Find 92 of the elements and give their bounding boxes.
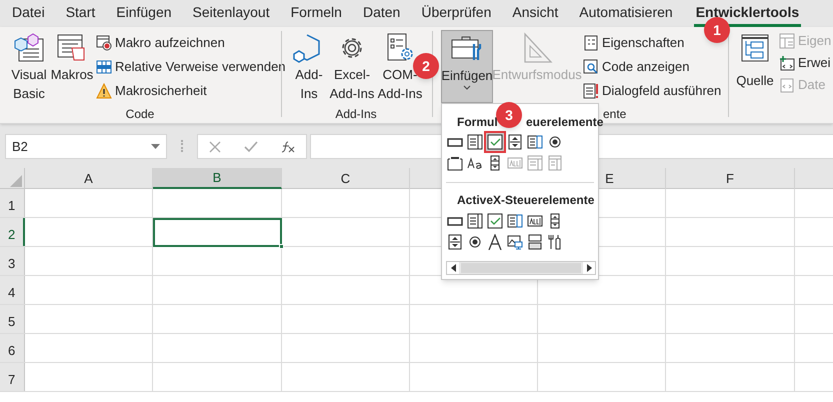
name-box[interactable]: B2 <box>5 134 167 159</box>
ribbon-tab[interactable]: Automatisieren <box>579 1 673 27</box>
ribbon-tab[interactable]: Formeln <box>290 1 342 27</box>
list-box-icon <box>527 134 543 150</box>
control-tool-button[interactable] <box>466 133 484 151</box>
insert-button[interactable]: Einfügen <box>441 30 493 103</box>
toggle-button-icon <box>527 234 543 250</box>
row-header[interactable]: 6 <box>0 334 25 362</box>
row-header[interactable]: 2 <box>0 218 25 246</box>
warning-icon <box>96 82 112 99</box>
spin-button-icon <box>507 134 523 150</box>
combo-box-icon <box>467 213 483 229</box>
control-tool-button[interactable] <box>506 233 524 251</box>
control-tool-button[interactable] <box>466 212 484 230</box>
control-tool-button[interactable] <box>446 233 464 251</box>
group-label: Add-Ins <box>334 106 378 123</box>
table-icon <box>779 32 795 49</box>
function-icon[interactable] <box>280 140 295 152</box>
row-header[interactable]: 3 <box>0 247 25 275</box>
ribbon-button[interactable]: Dialogfeld ausführen <box>583 81 722 100</box>
xml-plus-icon <box>779 54 795 71</box>
group-label: ente <box>603 106 626 123</box>
group-label: Code <box>124 106 156 123</box>
scroll-left-icon[interactable] <box>447 262 459 274</box>
control-tool-button[interactable] <box>506 133 524 151</box>
dropdown-caret-icon <box>463 85 471 91</box>
section-heading: ActiveX-Steuerelemente <box>457 192 594 209</box>
control-tool-button[interactable] <box>526 133 544 151</box>
label-control-icon <box>467 155 483 171</box>
selected-cell[interactable] <box>153 218 282 247</box>
control-tool-button[interactable] <box>506 212 524 230</box>
row-header[interactable]: 7 <box>0 363 25 391</box>
control-tool-button[interactable] <box>526 233 544 251</box>
ribbon-tab[interactable]: Daten <box>362 1 400 27</box>
section-heading: Formul <box>457 114 498 131</box>
ribbon-tab[interactable]: Start <box>66 1 96 27</box>
dialog-run-icon <box>583 82 599 99</box>
source-button[interactable]: Quelle <box>736 31 774 90</box>
column-header[interactable]: C <box>282 168 410 189</box>
ribbon-tab[interactable]: Einfügen <box>116 1 172 27</box>
section-heading: euerelemente <box>526 114 604 131</box>
scroll-right-icon[interactable] <box>583 262 595 274</box>
ribbon-button[interactable]: Visual Basic <box>8 31 50 103</box>
radio-control-icon <box>547 134 563 150</box>
ribbon-button[interactable]: Excel- Add-Ins <box>329 31 375 103</box>
control-tool-button[interactable] <box>446 154 464 172</box>
combo-drop-icon <box>547 155 563 171</box>
large-letter-icon <box>487 234 503 250</box>
ribbon-button[interactable]: Makro aufzeichnen <box>96 33 225 52</box>
dropdown-arrow-icon <box>151 144 160 149</box>
list-box-icon <box>507 213 523 229</box>
fill-handle[interactable] <box>279 244 284 249</box>
row-header[interactable]: 4 <box>0 276 25 304</box>
xml-document-icon <box>779 76 795 93</box>
properties-icon <box>583 34 599 51</box>
ribbon-tab[interactable]: Überprüfen <box>421 1 492 27</box>
row-header[interactable]: 5 <box>0 305 25 333</box>
ribbon-button[interactable]: Code anzeigen <box>583 57 690 76</box>
control-tool-button[interactable] <box>486 133 504 151</box>
ribbon-button[interactable]: Makros <box>50 31 94 84</box>
combo-box-icon <box>467 134 483 150</box>
ribbon-tab[interactable]: Seitenlayout <box>192 1 270 27</box>
ribbon-tab[interactable]: Ansicht <box>512 1 558 27</box>
group-box-icon <box>447 155 463 171</box>
horizontal-scrollbar[interactable] <box>446 261 596 275</box>
step-number-badge: 1 <box>704 17 730 43</box>
ribbon-button[interactable]: Relative Verweise verwenden <box>96 57 286 76</box>
scroll-thumb[interactable] <box>461 263 581 273</box>
control-tool-button[interactable] <box>486 212 504 230</box>
image-control-icon <box>507 234 523 250</box>
radio-control-icon <box>467 234 483 250</box>
checkbox-control-icon <box>487 134 503 150</box>
text-field-icon <box>527 213 543 229</box>
grid-icon <box>96 58 112 75</box>
column-header[interactable]: B <box>153 168 282 189</box>
ribbon-button[interactable]: Erwei <box>779 53 831 72</box>
spin-button-icon <box>447 234 463 250</box>
column-header[interactable]: F <box>666 168 795 189</box>
ribbon-button[interactable]: Add- Ins <box>292 31 326 103</box>
checkbox-control-icon <box>487 213 503 229</box>
combo-list-icon <box>527 155 543 171</box>
row-header[interactable]: 1 <box>0 189 25 217</box>
checkmark-icon[interactable] <box>244 140 258 152</box>
magnifier-document-icon <box>583 58 599 75</box>
ribbon-button[interactable]: Eigenschaften <box>583 33 684 52</box>
cube-document-icon <box>13 33 45 63</box>
text-field-icon <box>507 155 523 171</box>
ribbon-tab[interactable]: Datei <box>12 1 45 27</box>
record-macro-icon <box>96 34 112 51</box>
tree-panel-icon <box>741 33 769 63</box>
ribbon-button[interactable]: Makrosicherheit <box>96 81 207 100</box>
control-tool-button[interactable] <box>486 233 504 251</box>
